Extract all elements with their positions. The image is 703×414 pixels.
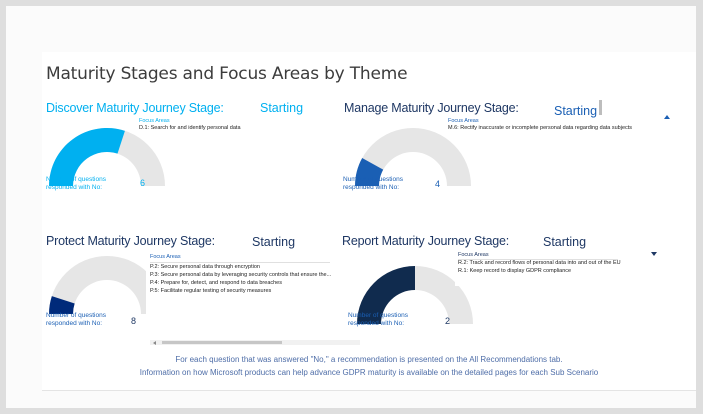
horizontal-scrollbar[interactable]: [150, 340, 360, 345]
page-frame: Maturity Stages and Focus Areas by Theme…: [0, 0, 703, 414]
discover-questions-count: 6: [140, 178, 146, 188]
protect-focus-item: P.4: Prepare for, detect, and respond to…: [150, 280, 282, 286]
protect-focus-item: P.2: Secure personal data through encryp…: [150, 264, 260, 270]
discover-heading: Discover Maturity Journey Stage:: [46, 101, 224, 115]
protect-questions-count: 8: [131, 316, 137, 326]
report-focus-item: R.2: Track and record flows of personal …: [458, 260, 621, 266]
manage-questions-count: 4: [435, 179, 441, 189]
protect-focus-label: Focus Areas: [150, 254, 181, 260]
manage-heading: Manage Maturity Journey Stage:: [344, 101, 519, 115]
protect-stage-value: Starting: [252, 235, 296, 249]
discover-stage-value: Starting: [260, 101, 304, 115]
footer-note-1: For each question that was answered "No,…: [175, 355, 563, 364]
maturity-panel: Maturity Stages and Focus Areas by Theme…: [42, 52, 696, 391]
protect-focus-item: P.5: Facilitate regular testing of secur…: [150, 288, 272, 294]
page-title: Maturity Stages and Focus Areas by Theme: [46, 64, 408, 84]
manage-stage-value: Starting: [554, 104, 598, 118]
report-focus-label: Focus Areas: [458, 252, 489, 258]
focus-divider: [150, 262, 330, 263]
scrollbar-thumb[interactable]: [599, 100, 602, 115]
protect-heading: Protect Maturity Journey Stage:: [46, 234, 215, 248]
scroll-left-icon[interactable]: [153, 341, 156, 345]
protect-focus-item: P.3: Secure personal data by leveraging …: [150, 272, 332, 278]
report-questions-label: Number of questions responded with No:: [348, 312, 408, 327]
report-stage-value: Starting: [543, 235, 587, 249]
report-heading: Report Maturity Journey Stage:: [342, 234, 509, 248]
report-questions-count: 2: [445, 316, 451, 326]
manage-questions-label: Number of questions responded with No:: [343, 176, 403, 191]
report-focus-item: R.1: Keep record to display GDPR complia…: [458, 268, 572, 274]
protect-questions-label: Number of questions responded with No:: [46, 312, 106, 327]
scroll-up-icon[interactable]: [664, 115, 670, 119]
discover-questions-label: Number of questions responded with No:: [46, 176, 106, 191]
report-focus-box: Focus Areas R.2: Track and record flows …: [455, 250, 680, 286]
report-canvas: Maturity Stages and Focus Areas by Theme…: [6, 6, 696, 408]
horizontal-scroll-thumb[interactable]: [162, 341, 282, 344]
footer-note-2: Information on how Microsoft products ca…: [139, 368, 599, 377]
chevron-down-icon[interactable]: [651, 252, 657, 256]
protect-focus-box: Focus Areas P.2: Secure personal data th…: [146, 252, 366, 348]
